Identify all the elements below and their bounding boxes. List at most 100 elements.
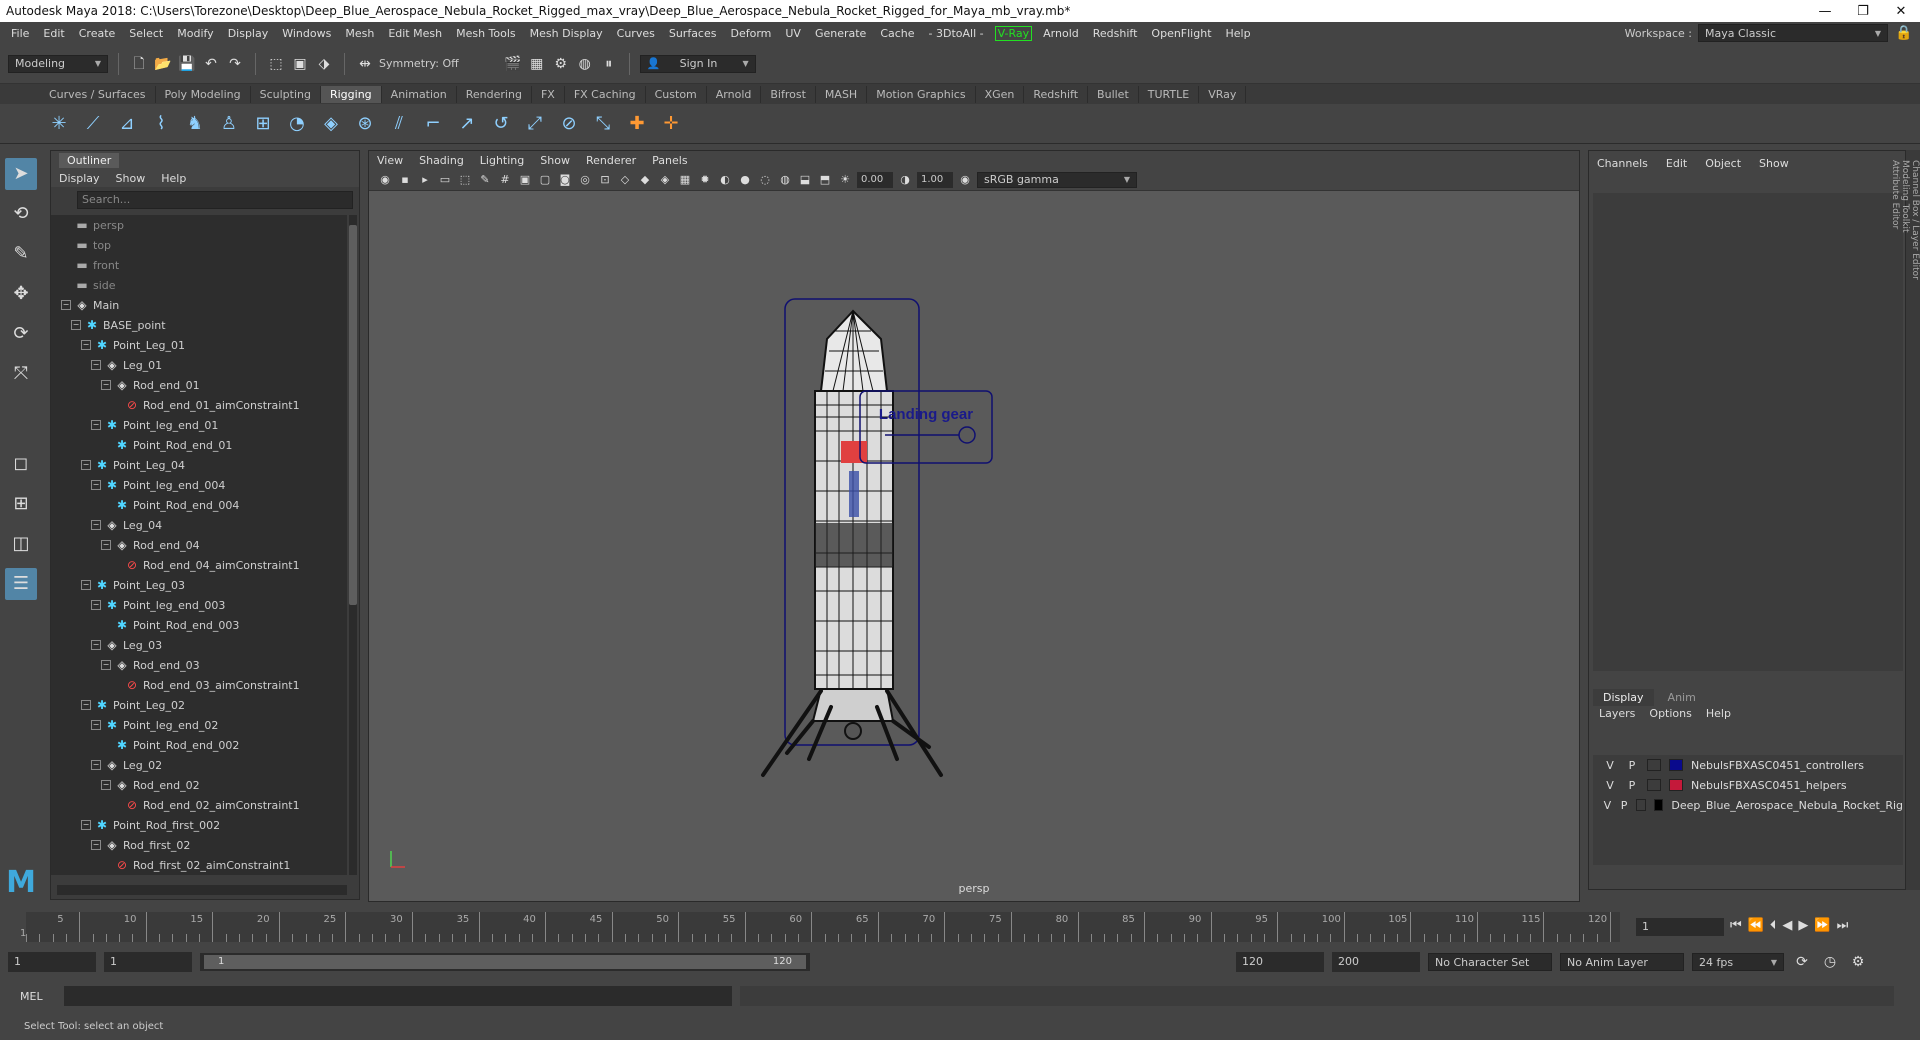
xray-icon[interactable]: ⬒ [817,170,833,190]
redo-icon[interactable]: ↷ [225,54,245,74]
select-tool-icon[interactable]: ➤ [5,158,37,190]
outliner-row[interactable]: − ✱ Point_Leg_01 [51,335,347,355]
outliner-row[interactable]: ⊘ Rod_end_04_aimConstraint1 [51,555,347,575]
outliner-row[interactable]: − ✱ Point_Rod_first_002 [51,815,347,835]
wireframe-icon[interactable]: ◇ [617,170,633,190]
outliner-row[interactable]: − ◈ Leg_03 [51,635,347,655]
collapse-toggle[interactable]: − [91,840,101,850]
shelf-tab-rigging[interactable]: Rigging [320,85,382,103]
layer-menu-layers[interactable]: Layers [1599,707,1635,720]
collapse-toggle[interactable]: − [101,660,111,670]
collapse-toggle[interactable]: − [71,320,81,330]
sign-in-button[interactable]: 👤 Sign In ▼ [639,54,756,73]
ambient-occlusion-icon[interactable]: ● [737,170,753,190]
lock-icon[interactable]: 🔒 [1894,23,1914,43]
outliner-row[interactable]: − ✱ Point_leg_end_004 [51,475,347,495]
anti-aliasing-icon[interactable]: ◍ [777,170,793,190]
go-to-start-icon[interactable]: ⏮ [1730,918,1742,933]
minimize-button[interactable]: — [1806,4,1844,19]
collapse-toggle[interactable]: − [101,540,111,550]
quick-rig-icon[interactable]: ♙ [216,111,242,137]
collapse-toggle[interactable]: − [91,720,101,730]
exposure-field[interactable]: 0.00 [857,171,893,188]
mel-input[interactable] [64,986,732,1006]
smooth-shade-icon[interactable]: ◆ [637,170,653,190]
collapse-toggle[interactable]: − [91,520,101,530]
outliner-row[interactable]: ✱ Point_Rod_end_003 [51,615,347,635]
outliner-menu-help[interactable]: Help [161,172,186,185]
menu-windows[interactable]: Windows [275,27,338,40]
outliner-row[interactable]: − ✱ Point_leg_end_02 [51,715,347,735]
gamma-field[interactable]: 1.00 [917,171,953,188]
collapse-toggle[interactable]: − [81,460,91,470]
range-slider-thumb[interactable]: 1 120 [204,955,806,969]
bookmark-icon[interactable]: ▸ [417,170,433,190]
collapse-toggle[interactable]: − [91,640,101,650]
shelf-tab-arnold[interactable]: Arnold [707,85,762,103]
playback-end-field[interactable]: 120 [1236,952,1324,972]
camera-select-icon[interactable]: ◉ [377,170,393,190]
move-tool-icon[interactable]: ✥ [5,278,37,310]
collapse-toggle[interactable]: − [91,760,101,770]
viewport-menu-lighting[interactable]: Lighting [480,154,524,167]
playback-toggle[interactable]: P [1625,779,1639,792]
channel-box-menu-show[interactable]: Show [1759,157,1789,170]
safe-action-icon[interactable]: ⊡ [597,170,613,190]
shelf-tab-fx[interactable]: FX [532,85,565,103]
preferences-icon[interactable]: ⚙ [1848,952,1868,972]
menu-uv[interactable]: UV [778,27,808,40]
outliner-search-input[interactable]: Search... [77,191,353,209]
channel-box-area[interactable] [1593,193,1903,671]
film-gate-icon[interactable]: ▣ [517,170,533,190]
shelf-tab-mash[interactable]: MASH [816,85,868,103]
render-icon[interactable]: 🎬 [503,54,523,74]
shelf-tab-animation[interactable]: Animation [382,85,457,103]
step-back-key-icon[interactable]: ⏪ [1748,918,1764,933]
insert-joint-icon[interactable]: ⟋ [80,111,106,137]
current-frame-field[interactable]: 1 [1636,918,1724,936]
step-back-frame-icon[interactable]: ⏴ [1770,918,1777,933]
outliner-row[interactable]: ✱ Point_Rod_end_004 [51,495,347,515]
collapse-toggle[interactable]: − [81,340,91,350]
shadows-icon[interactable]: ◐ [717,170,733,190]
symmetry-status[interactable]: Symmetry: Off [379,57,459,70]
lattice-icon[interactable]: ◈ [318,111,344,137]
animation-start-field[interactable]: 1 [8,952,96,972]
skin-bind-icon[interactable]: ⊞ [250,111,276,137]
outliner-vertical-scrollbar[interactable] [349,215,357,875]
visibility-toggle[interactable]: V [1603,799,1612,812]
isolate-select-icon[interactable]: ⬓ [797,170,813,190]
side-tab-attribute-editor[interactable]: Attribute Editor [1890,160,1900,880]
create-joint-icon[interactable]: ✳ [46,111,72,137]
menu-openflight[interactable]: OpenFlight [1144,27,1218,40]
parent-constraint-icon[interactable]: ⊘ [556,111,582,137]
play-back-icon[interactable]: ◀ [1782,918,1792,933]
menu-cache[interactable]: Cache [873,27,921,40]
outliner-row[interactable]: − ◈ Leg_02 [51,755,347,775]
shelf-tab-custom[interactable]: Custom [646,85,707,103]
shelf-tab-vray[interactable]: VRay [1199,85,1247,103]
side-tab-modeling-toolkit[interactable]: Modeling Toolkit [1900,160,1910,880]
outliner-row[interactable]: − ✱ Point_leg_end_01 [51,415,347,435]
menu-mesh-tools[interactable]: Mesh Tools [449,27,523,40]
gamma-icon[interactable]: ◑ [897,170,913,190]
ik-spline-icon[interactable]: ⌇ [148,111,174,137]
shelf-tab-bullet[interactable]: Bullet [1088,85,1139,103]
color-management-icon[interactable]: ◉ [957,170,973,190]
mel-label[interactable]: MEL [20,990,56,1003]
outliner-row[interactable]: − ✱ Point_Leg_03 [51,575,347,595]
outliner-row[interactable]: ▬ top [51,235,347,255]
visibility-toggle[interactable]: V [1603,759,1617,772]
step-forward-key-icon[interactable]: ⏩ [1814,918,1830,933]
shelf-tab-turtle[interactable]: TURTLE [1139,85,1200,103]
scrollbar-thumb[interactable] [349,225,357,605]
layer-tab-display[interactable]: Display [1593,689,1654,706]
go-to-end-icon[interactable]: ⏭ [1837,918,1849,933]
field-chart-icon[interactable]: ◎ [577,170,593,190]
menu-arnold[interactable]: Arnold [1036,27,1086,40]
channel-box-menu-object[interactable]: Object [1705,157,1741,170]
image-plane-icon[interactable]: ▭ [437,170,453,190]
collapse-toggle[interactable]: − [91,480,101,490]
collapse-toggle[interactable]: − [61,300,71,310]
landing-gear-slider-handle[interactable] [958,426,976,444]
